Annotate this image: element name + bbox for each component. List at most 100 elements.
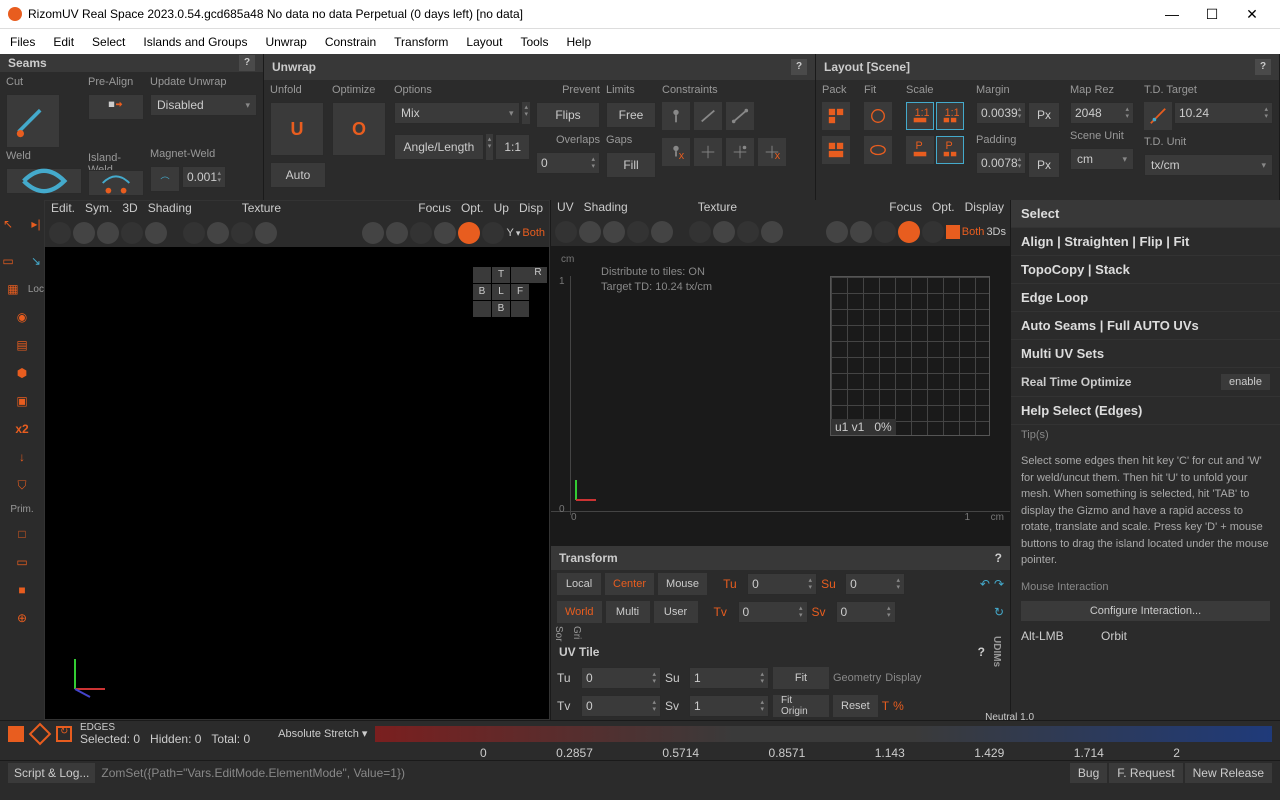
menu-files[interactable]: Files — [10, 35, 35, 49]
vico[interactable] — [207, 222, 229, 244]
script-log-button[interactable]: Script & Log... — [8, 763, 95, 783]
vico[interactable] — [255, 222, 277, 244]
3ds-button[interactable]: 3Ds — [986, 226, 1006, 238]
box-icon[interactable]: ▣ — [9, 388, 35, 414]
both-button[interactable]: Both — [962, 226, 985, 238]
scale2-icon[interactable]: 1:1 — [936, 102, 964, 130]
maximize-button[interactable]: ☐ — [1192, 6, 1232, 23]
sphere-icon[interactable]: ◉ — [9, 304, 35, 330]
topocopy-item[interactable]: TopoCopy | Stack — [1011, 256, 1280, 284]
fit-origin-button[interactable]: Fit Origin — [773, 695, 829, 717]
cylinder-icon[interactable]: ⬢ — [9, 360, 35, 386]
help-icon[interactable]: ? — [791, 59, 807, 75]
cross-dot-icon[interactable] — [726, 138, 754, 166]
vico[interactable] — [49, 222, 71, 244]
maprez-value[interactable]: 2048▴▾ — [1070, 102, 1134, 124]
y-select[interactable]: Y — [506, 227, 513, 239]
pointer-icon[interactable]: ↖ — [0, 211, 21, 237]
vico[interactable] — [482, 222, 504, 244]
sv-value[interactable]: 0▴▾ — [836, 601, 896, 623]
scale4-icon[interactable]: P — [936, 136, 964, 164]
center-button[interactable]: Center — [605, 573, 654, 595]
vico[interactable] — [458, 222, 480, 244]
tu2-value[interactable]: 0▴▾ — [581, 667, 661, 689]
help-icon[interactable]: ? — [978, 645, 985, 659]
diamond-icon[interactable] — [29, 722, 52, 745]
margin-px[interactable]: Px — [1028, 102, 1060, 128]
tu-value[interactable]: 0▴▾ — [747, 573, 817, 595]
rto-item[interactable]: Real Time Optimizeenable — [1011, 368, 1280, 397]
tdunit-select[interactable]: tx/cm — [1144, 154, 1273, 176]
auto-button[interactable]: Auto — [270, 162, 326, 188]
mesh-icon[interactable]: ▦ — [0, 276, 26, 302]
redo-icon[interactable]: ↷ — [994, 577, 1004, 591]
vico[interactable] — [761, 221, 783, 243]
new-release-button[interactable]: New Release — [1185, 763, 1272, 783]
vico[interactable] — [826, 221, 848, 243]
gri-tab[interactable]: Gri — [571, 626, 582, 639]
line-icon[interactable] — [694, 102, 722, 130]
flips-button[interactable]: Flips — [536, 102, 600, 128]
refresh-icon[interactable]: ↻ — [56, 726, 72, 742]
update-unwrap-select[interactable]: Disabled — [150, 94, 257, 116]
vico[interactable] — [651, 221, 673, 243]
vico[interactable] — [555, 221, 577, 243]
scale3-icon[interactable]: P — [906, 136, 934, 164]
t-button[interactable]: T — [882, 699, 889, 713]
menu-constrain[interactable]: Constrain — [325, 35, 376, 49]
viewport-3d[interactable]: Edit. Sym. 3D Shading Texture Focus Opt.… — [44, 200, 550, 720]
close-button[interactable]: ✕ — [1232, 6, 1272, 23]
magnet-weld-value[interactable]: 0.001▴▾ — [182, 166, 226, 188]
refresh-icon[interactable]: ↻ — [994, 605, 1004, 619]
td-value[interactable]: 10.24▴▾ — [1174, 102, 1273, 124]
enable-button[interactable]: enable — [1221, 374, 1270, 390]
fit2-icon[interactable] — [864, 136, 892, 164]
nav-cube[interactable]: T BLF B — [473, 267, 529, 317]
bug-button[interactable]: Bug — [1070, 763, 1107, 783]
prim-fill-icon[interactable]: ■ — [9, 577, 35, 603]
vico[interactable] — [97, 222, 119, 244]
margin-value[interactable]: 0.0039▴▾ — [976, 102, 1026, 124]
su2-value[interactable]: 1▴▾ — [689, 667, 769, 689]
menu-islands[interactable]: Islands and Groups — [143, 35, 247, 49]
prim-globe-icon[interactable]: ⊕ — [9, 605, 35, 631]
sceneunit-select[interactable]: cm — [1070, 148, 1134, 170]
magnet-weld-button[interactable] — [150, 166, 180, 192]
vico[interactable] — [386, 222, 408, 244]
cross-x-icon[interactable]: x — [758, 138, 786, 166]
td-icon[interactable] — [1144, 102, 1172, 130]
vico[interactable] — [579, 221, 601, 243]
su-value[interactable]: 0▴▾ — [845, 573, 905, 595]
vico[interactable] — [434, 222, 456, 244]
tv2-value[interactable]: 0▴▾ — [581, 695, 661, 717]
fit-button[interactable]: Fit — [773, 667, 829, 689]
prealign-button[interactable] — [88, 94, 144, 120]
pack1-icon[interactable] — [822, 102, 850, 130]
tv-value[interactable]: 0▴▾ — [738, 601, 808, 623]
udims-tab[interactable]: UDIMs — [991, 636, 1002, 667]
vico[interactable] — [145, 222, 167, 244]
menu-edit[interactable]: Edit — [53, 35, 74, 49]
padding-px[interactable]: Px — [1028, 152, 1060, 178]
feature-request-button[interactable]: F. Request — [1109, 763, 1182, 783]
menu-tools[interactable]: Tools — [520, 35, 548, 49]
prim-square-icon[interactable]: □ — [9, 521, 35, 547]
unfold-button[interactable]: U — [270, 102, 324, 156]
pin-icon[interactable] — [662, 102, 690, 130]
vico[interactable] — [898, 221, 920, 243]
both-button[interactable]: Both — [522, 227, 545, 239]
help-icon[interactable]: ? — [995, 551, 1002, 565]
help-icon[interactable]: ? — [1255, 59, 1271, 75]
vico[interactable] — [737, 221, 759, 243]
x2-icon[interactable]: x2 — [9, 416, 35, 442]
uv-canvas[interactable]: cm Distribute to tiles: ON Target TD: 10… — [551, 246, 1010, 545]
vico[interactable] — [850, 221, 872, 243]
pct-button[interactable]: % — [893, 699, 904, 713]
vico[interactable] — [627, 221, 649, 243]
configure-interaction-button[interactable]: Configure Interaction... — [1021, 601, 1270, 621]
vico[interactable] — [362, 222, 384, 244]
multi-button[interactable]: Multi — [606, 601, 650, 623]
autoseams-item[interactable]: Auto Seams | Full AUTO UVs — [1011, 312, 1280, 340]
menu-help[interactable]: Help — [566, 35, 591, 49]
shield-icon[interactable]: ⛉ — [9, 472, 35, 498]
